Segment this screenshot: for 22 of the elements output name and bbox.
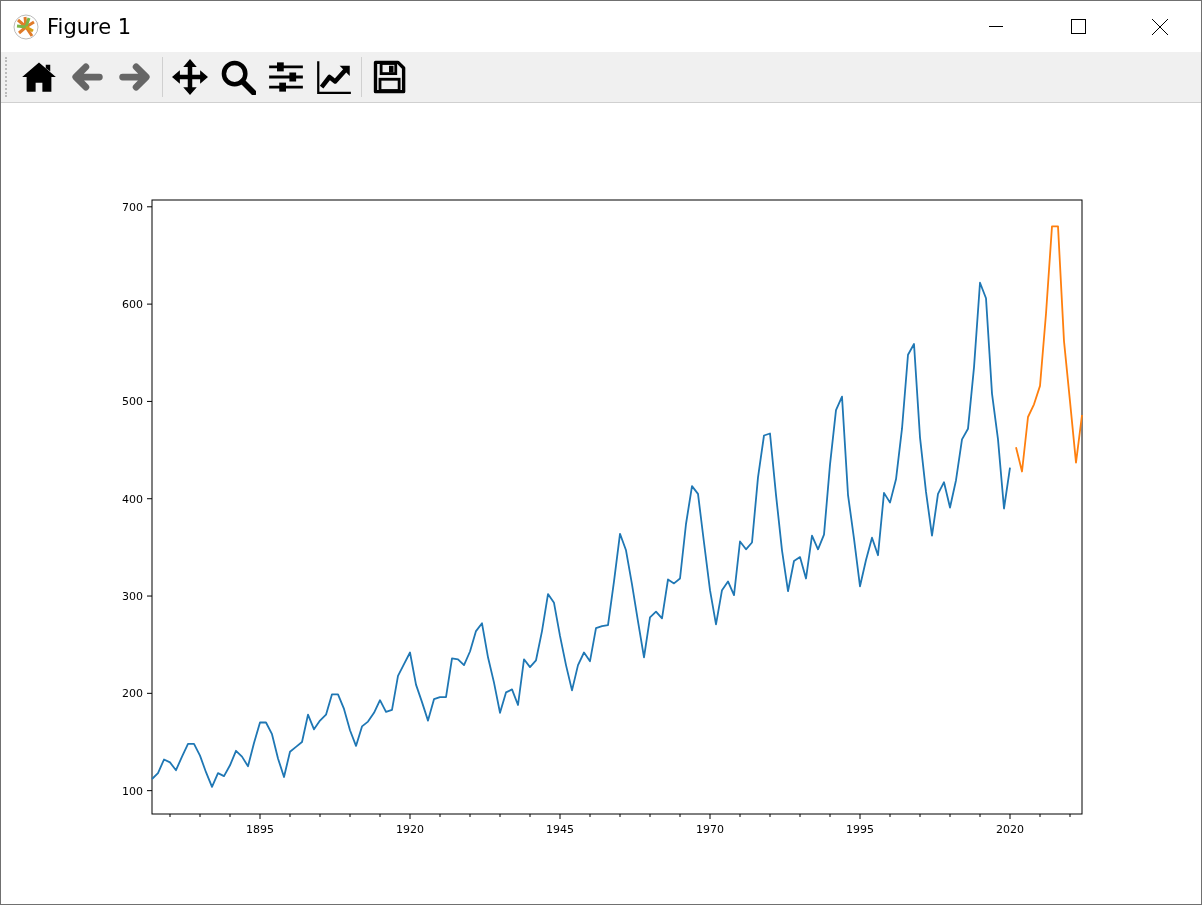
y-tick-label: 400: [122, 492, 143, 506]
x-tick-label: 2020: [996, 823, 1024, 836]
maximize-icon: [1070, 19, 1086, 34]
y-tick-label: 600: [122, 298, 143, 312]
line-chart-icon: [316, 59, 352, 95]
x-tick-label: 1895: [246, 823, 274, 836]
x-tick-label: 1945: [546, 823, 574, 836]
y-tick-label: 700: [122, 200, 143, 214]
window-title: Figure 1: [47, 14, 132, 39]
y-tick-label: 500: [122, 395, 143, 409]
minimize-icon: [989, 26, 1003, 27]
x-tick-label: 1970: [696, 823, 724, 836]
app-logo-icon: [13, 13, 39, 40]
x-tick-label: 1920: [396, 823, 424, 836]
y-tick-label: 300: [122, 590, 143, 604]
y-tick-label: 100: [122, 784, 143, 798]
y-tick-label: 200: [122, 687, 143, 701]
close-icon: [1152, 18, 1168, 35]
move-arrows-icon: [172, 59, 208, 95]
magnifier-icon: [220, 59, 256, 95]
x-tick-label: 1995: [846, 823, 874, 836]
sliders-icon: [268, 59, 304, 95]
